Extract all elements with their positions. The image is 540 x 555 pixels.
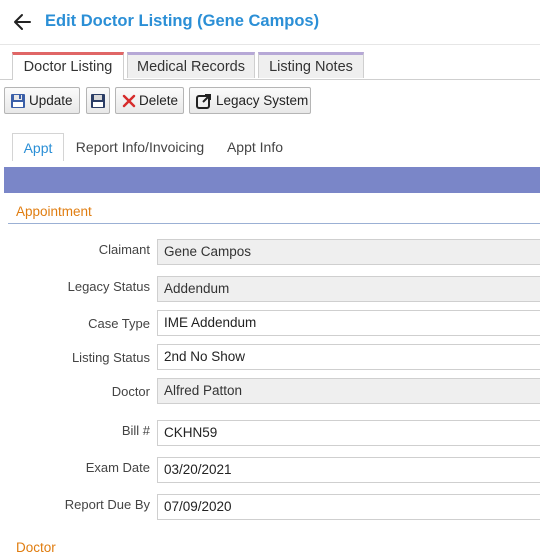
listing-status-select[interactable]: 2nd No Show [157, 344, 540, 370]
case-type-label: Case Type [88, 316, 150, 331]
doctor-field: Alfred Patton [157, 378, 540, 404]
toolbar: Update Delete Legacy System [0, 87, 540, 115]
legacy-status-field: Addendum [157, 276, 540, 302]
case-type-select[interactable]: IME Addendum [157, 310, 540, 336]
tab-appt-info[interactable]: Appt Info [220, 133, 290, 161]
update-button[interactable]: Update [4, 87, 80, 114]
close-icon [122, 94, 136, 108]
floppy-disk-icon [91, 94, 105, 108]
listing-status-label: Listing Status [71, 350, 150, 365]
claimant-field: Gene Campos [157, 239, 540, 265]
exam-date-input[interactable]: 03/20/2021 [157, 457, 540, 483]
tab-appt[interactable]: Appt [12, 133, 64, 161]
delete-button[interactable]: Delete [115, 87, 184, 114]
back-arrow-icon[interactable] [12, 12, 32, 32]
tab-report-info-invoicing[interactable]: Report Info/Invoicing [70, 133, 210, 161]
bill-number-input[interactable]: CKHN59 [157, 420, 540, 446]
delete-label: Delete [139, 93, 179, 108]
section-title-doctor: Doctor [16, 540, 56, 555]
bill-number-label: Bill # [121, 423, 150, 438]
tab-doctor-listing[interactable]: Doctor Listing [12, 52, 124, 80]
page-header: Edit Doctor Listing (Gene Campos) [0, 0, 540, 45]
tab-medical-records[interactable]: Medical Records [127, 52, 255, 78]
exam-date-label: Exam Date [85, 460, 150, 475]
section-divider [8, 223, 540, 224]
claimant-label: Claimant [98, 242, 150, 257]
tab-banner [4, 167, 540, 193]
page-title: Edit Doctor Listing (Gene Campos) [45, 12, 320, 30]
main-tabs: Doctor Listing Medical Records Listing N… [0, 52, 540, 80]
section-title-appointment: Appointment [16, 204, 92, 219]
tab-listing-notes[interactable]: Listing Notes [258, 52, 364, 78]
legacy-status-label: Legacy Status [67, 279, 150, 294]
update-label: Update [29, 93, 73, 108]
report-due-by-input[interactable]: 07/09/2020 [157, 494, 540, 520]
save-button[interactable] [86, 87, 110, 114]
legacy-system-label: Legacy System [216, 93, 309, 108]
save-icon [11, 94, 25, 108]
sub-tabs: Appt Report Info/Invoicing Appt Info [0, 133, 540, 161]
doctor-label: Doctor [111, 384, 150, 399]
external-link-icon [196, 94, 211, 109]
legacy-system-button[interactable]: Legacy System [189, 87, 311, 114]
report-due-by-label: Report Due By [64, 497, 150, 512]
